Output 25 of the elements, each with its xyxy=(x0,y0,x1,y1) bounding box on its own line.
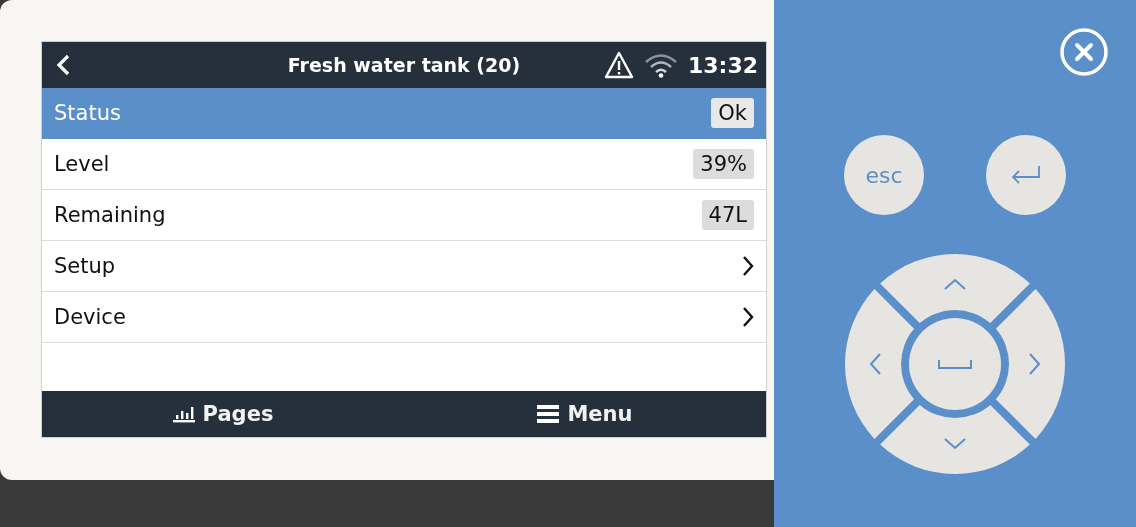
chevron-right-icon xyxy=(742,255,754,277)
item-label: Remaining xyxy=(54,203,166,227)
bar-chart-icon xyxy=(172,405,195,423)
menu-button[interactable]: Menu xyxy=(404,391,766,437)
pages-button[interactable]: Pages xyxy=(42,391,404,437)
value-label: 47L xyxy=(701,200,754,230)
value-label: Ok xyxy=(711,98,754,128)
item-label: Status xyxy=(54,101,121,125)
up-button[interactable] xyxy=(880,254,1030,324)
down-button[interactable] xyxy=(880,404,1030,474)
item-label: Level xyxy=(54,152,110,176)
back-icon[interactable] xyxy=(56,54,70,76)
screen-title: Fresh water tank (20) xyxy=(287,54,521,76)
item-label: Device xyxy=(54,305,126,329)
menu-icon xyxy=(537,405,560,423)
wifi-icon xyxy=(643,52,678,78)
right-button[interactable] xyxy=(995,289,1065,439)
item-label: Setup xyxy=(54,254,116,278)
chevron-right-icon xyxy=(742,306,754,328)
left-button[interactable] xyxy=(845,289,915,439)
space-button[interactable] xyxy=(909,318,1001,410)
clock-time: 13:32 xyxy=(687,52,758,78)
value-label: 39% xyxy=(693,149,754,179)
menu-item[interactable]: Status Ok xyxy=(42,88,766,139)
close-icon[interactable] xyxy=(1059,27,1109,77)
